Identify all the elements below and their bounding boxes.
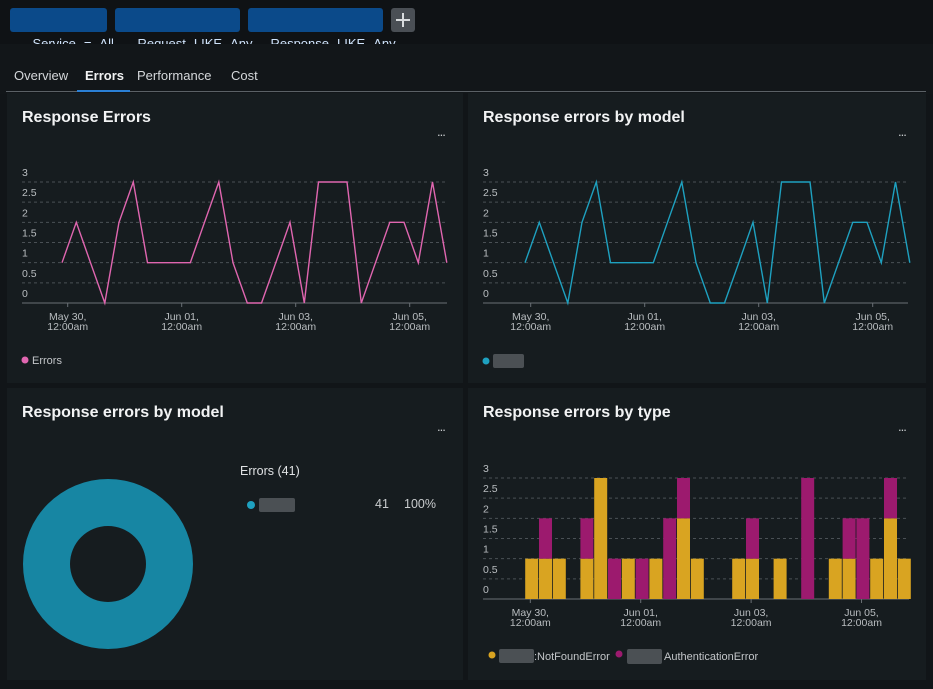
legend-label-redacted (493, 354, 524, 368)
tab-errors[interactable]: Errors (85, 68, 124, 83)
x-tick-label: 12:00am (620, 617, 661, 629)
bar-segment (773, 558, 787, 599)
x-tick-label: 12:00am (161, 321, 202, 333)
legend-count: 41 (375, 497, 389, 511)
y-tick-label: 0 (483, 288, 489, 300)
tab-cost[interactable]: Cost (231, 68, 258, 83)
y-tick-label: 2 (483, 503, 489, 515)
y-tick-label: 1.5 (483, 524, 498, 536)
legend-label-redacted (627, 649, 662, 664)
y-tick-label: 1.5 (483, 228, 498, 240)
panel-errors-by-type: Response errors by type ... 0 0.5 1 1.5 2 2.5… (468, 388, 926, 680)
filter-chip-service[interactable]: Service=All (10, 8, 114, 51)
legend-dot (615, 650, 623, 658)
tab-overview[interactable]: Overview (14, 68, 68, 83)
bar-segment (897, 558, 911, 599)
legend-dot (482, 357, 490, 365)
x-tick-label: 12:00am (510, 321, 551, 333)
bar-segment (884, 518, 897, 599)
bar-segment (580, 518, 594, 559)
bar-segment (635, 558, 649, 599)
y-tick-label: 2.5 (483, 187, 498, 199)
bar-segment (746, 558, 759, 599)
bar-segment (842, 558, 856, 599)
y-tick-label: 1 (22, 248, 28, 260)
bar-segment (870, 558, 884, 599)
filter-bar: Service=All RequestLIKEAny ResponseLIKEA… (0, 0, 933, 51)
y-tick-label: 3 (22, 167, 28, 179)
add-filter-button[interactable] (391, 8, 415, 32)
legend-dot (488, 651, 496, 659)
legend-dot (247, 501, 255, 509)
bar-segment (663, 518, 677, 599)
active-tab-indicator (77, 90, 130, 92)
y-tick-label: 2.5 (483, 483, 498, 495)
y-tick-label: 1 (483, 248, 489, 260)
x-tick-label: 12:00am (624, 321, 665, 333)
bar-segment (884, 478, 897, 519)
x-tick-label: 12:00am (852, 321, 893, 333)
legend-percent: 100% (404, 497, 436, 511)
line-chart-errors-by-model: 00.511.522.53May 30,12:00amJun 01,12:00a… (482, 167, 911, 368)
x-tick-label: 12:00am (47, 321, 88, 333)
y-tick-label: 2.5 (22, 187, 37, 199)
x-tick-label: 12:00am (738, 321, 779, 333)
bar-segment (594, 478, 608, 599)
bar-segment (801, 478, 815, 599)
bar-segment (539, 518, 552, 559)
panel-errors-by-model-donut: Response errors by model ... Errors (41)… (7, 388, 463, 680)
donut-slice (23, 479, 193, 649)
redacted-model-name (259, 498, 295, 512)
stacked-bar-chart-errors-by-type: 00.511.522.53May 30,12:00amJun 01,12:00a… (483, 463, 911, 664)
legend-dot (21, 356, 29, 364)
tab-divider (6, 91, 926, 92)
bar-segment (525, 558, 539, 599)
bar-segment (746, 518, 759, 559)
donut-legend-title: Errors (41) (240, 464, 300, 478)
x-tick-label: 12:00am (731, 617, 772, 629)
y-tick-label: 0.5 (483, 564, 498, 576)
bar-segment (608, 558, 621, 599)
bar-segment (552, 558, 566, 599)
y-tick-label: 0 (22, 288, 28, 300)
x-tick-label: 12:00am (510, 617, 551, 629)
panel-response-errors: Response Errors ... 0 0.5 1 1.5 2 2.5 3 May 30,… (7, 93, 463, 383)
legend-label-redacted (499, 649, 534, 663)
bar-segment (580, 558, 594, 599)
y-tick-label: 3 (483, 167, 489, 179)
x-tick-label: 12:00am (389, 321, 430, 333)
x-tick-label: 12:00am (841, 617, 882, 629)
y-tick-label: 0.5 (483, 268, 498, 280)
y-tick-label: 2 (483, 207, 489, 219)
bar-segment (690, 558, 704, 599)
filter-chip-request[interactable]: RequestLIKEAny (115, 8, 252, 51)
x-tick-label: 12:00am (275, 321, 316, 333)
y-tick-label: 0.5 (22, 268, 37, 280)
tab-performance[interactable]: Performance (137, 68, 211, 83)
bar-segment (828, 558, 842, 599)
panel-errors-by-model-line: Response errors by model ... 0 0.5 1 1.5 2 2.… (468, 93, 926, 383)
y-tick-label: 2 (22, 207, 28, 219)
legend-label: Errors (32, 355, 62, 367)
y-tick-label: 3 (483, 463, 489, 475)
bar-segment (842, 518, 856, 559)
line-chart-response-errors: 00.511.522.53May 30,12:00amJun 01,12:00a… (21, 167, 448, 367)
bar-segment (856, 518, 870, 599)
donut-legend-row[interactable]: 41 100% (245, 497, 445, 513)
y-tick-label: 1.5 (22, 228, 37, 240)
legend-label: AuthenticationError (664, 651, 758, 663)
y-tick-label: 0 (483, 584, 489, 596)
legend-label: :NotFoundError (534, 651, 610, 663)
bar-segment (677, 518, 690, 599)
filter-chip-response[interactable]: ResponseLIKEAny (248, 8, 396, 51)
y-tick-label: 1 (483, 544, 489, 556)
bar-segment (621, 558, 635, 599)
donut-chart-errors-by-model (23, 479, 193, 649)
bar-segment (677, 478, 690, 519)
bar-segment (649, 558, 663, 599)
bar-segment (539, 558, 552, 599)
bar-segment (732, 558, 746, 599)
